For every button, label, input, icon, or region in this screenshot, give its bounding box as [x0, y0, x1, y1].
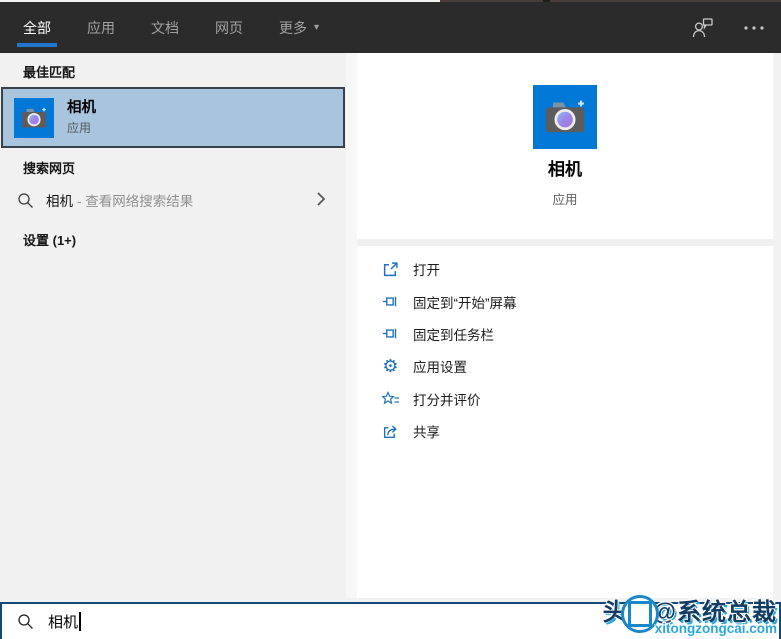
action-label: 固定到任务栏 — [413, 324, 494, 344]
tab-documents[interactable]: 文档 — [145, 2, 185, 53]
best-match-result-camera[interactable]: 相机 应用 — [1, 87, 345, 148]
ellipsis-icon[interactable] — [741, 15, 767, 41]
search-header-bar: 全部 应用 文档 网页 更多 ▾ — [0, 2, 781, 53]
preview-panel: 相机 应用 打开 — [357, 53, 773, 598]
action-pin-to-taskbar[interactable]: 固定到任务栏 — [381, 318, 763, 350]
tab-all-label: 全部 — [23, 18, 51, 38]
web-search-result[interactable]: 相机 - 查看网络搜索结果 — [0, 183, 346, 217]
feedback-icon[interactable] — [689, 15, 715, 41]
search-input[interactable]: 相机 — [0, 602, 781, 639]
camera-app-icon-large — [533, 85, 597, 149]
pin-icon — [381, 292, 400, 311]
chevron-right-icon — [316, 191, 326, 207]
active-tab-underline — [17, 43, 57, 47]
web-query-suffix: - 查看网络搜索结果 — [77, 190, 193, 210]
result-title: 相机 — [67, 101, 96, 116]
action-label: 应用设置 — [413, 356, 467, 376]
open-icon — [381, 260, 400, 279]
app-title: 相机 — [357, 155, 773, 180]
text-cursor — [79, 612, 81, 631]
section-divider — [357, 239, 773, 246]
action-label: 打分并评价 — [413, 389, 481, 409]
search-icon — [17, 613, 34, 630]
rate-icon — [381, 389, 400, 408]
result-subtitle: 应用 — [67, 122, 96, 134]
tab-more-label: 更多 — [279, 18, 307, 38]
app-actions-list: 打开 固定到“开始”屏幕 — [381, 253, 763, 447]
action-label: 固定到“开始”屏幕 — [413, 292, 517, 312]
gear-icon: ⚙ — [381, 357, 400, 376]
pin-icon — [381, 324, 400, 343]
action-app-settings[interactable]: ⚙ 应用设置 — [381, 350, 763, 382]
search-results-panel: 最佳匹配 相机 应用 搜索网页 相机 - 查看网络搜索结果 设置 (1+) — [0, 53, 346, 602]
action-label: 共享 — [413, 421, 440, 441]
tab-web[interactable]: 网页 — [209, 2, 249, 53]
share-icon — [381, 422, 400, 441]
panel-divider — [346, 53, 357, 598]
tab-apps[interactable]: 应用 — [81, 2, 121, 53]
best-match-header: 最佳匹配 — [23, 62, 75, 81]
windows-search-flyout: 全部 应用 文档 网页 更多 ▾ — [0, 0, 781, 639]
web-query-text: 相机 — [46, 190, 73, 210]
action-open[interactable]: 打开 — [381, 253, 763, 285]
chevron-down-icon: ▾ — [314, 22, 319, 33]
tab-apps-label: 应用 — [87, 18, 115, 38]
search-filter-tabs: 全部 应用 文档 网页 更多 ▾ — [17, 2, 349, 53]
search-input-value: 相机 — [48, 611, 78, 632]
action-share[interactable]: 共享 — [381, 415, 763, 447]
camera-app-icon — [14, 98, 54, 138]
action-rate-review[interactable]: 打分并评价 — [381, 383, 763, 415]
action-pin-to-start[interactable]: 固定到“开始”屏幕 — [381, 285, 763, 317]
action-label: 打开 — [413, 259, 440, 279]
settings-header: 设置 (1+) — [23, 230, 76, 249]
app-subtitle: 应用 — [357, 189, 773, 208]
tab-more[interactable]: 更多 ▾ — [273, 2, 325, 53]
tab-web-label: 网页 — [215, 18, 243, 38]
tab-all[interactable]: 全部 — [17, 2, 57, 53]
web-search-header: 搜索网页 — [23, 158, 75, 177]
search-icon — [17, 192, 34, 209]
tab-documents-label: 文档 — [151, 18, 179, 38]
